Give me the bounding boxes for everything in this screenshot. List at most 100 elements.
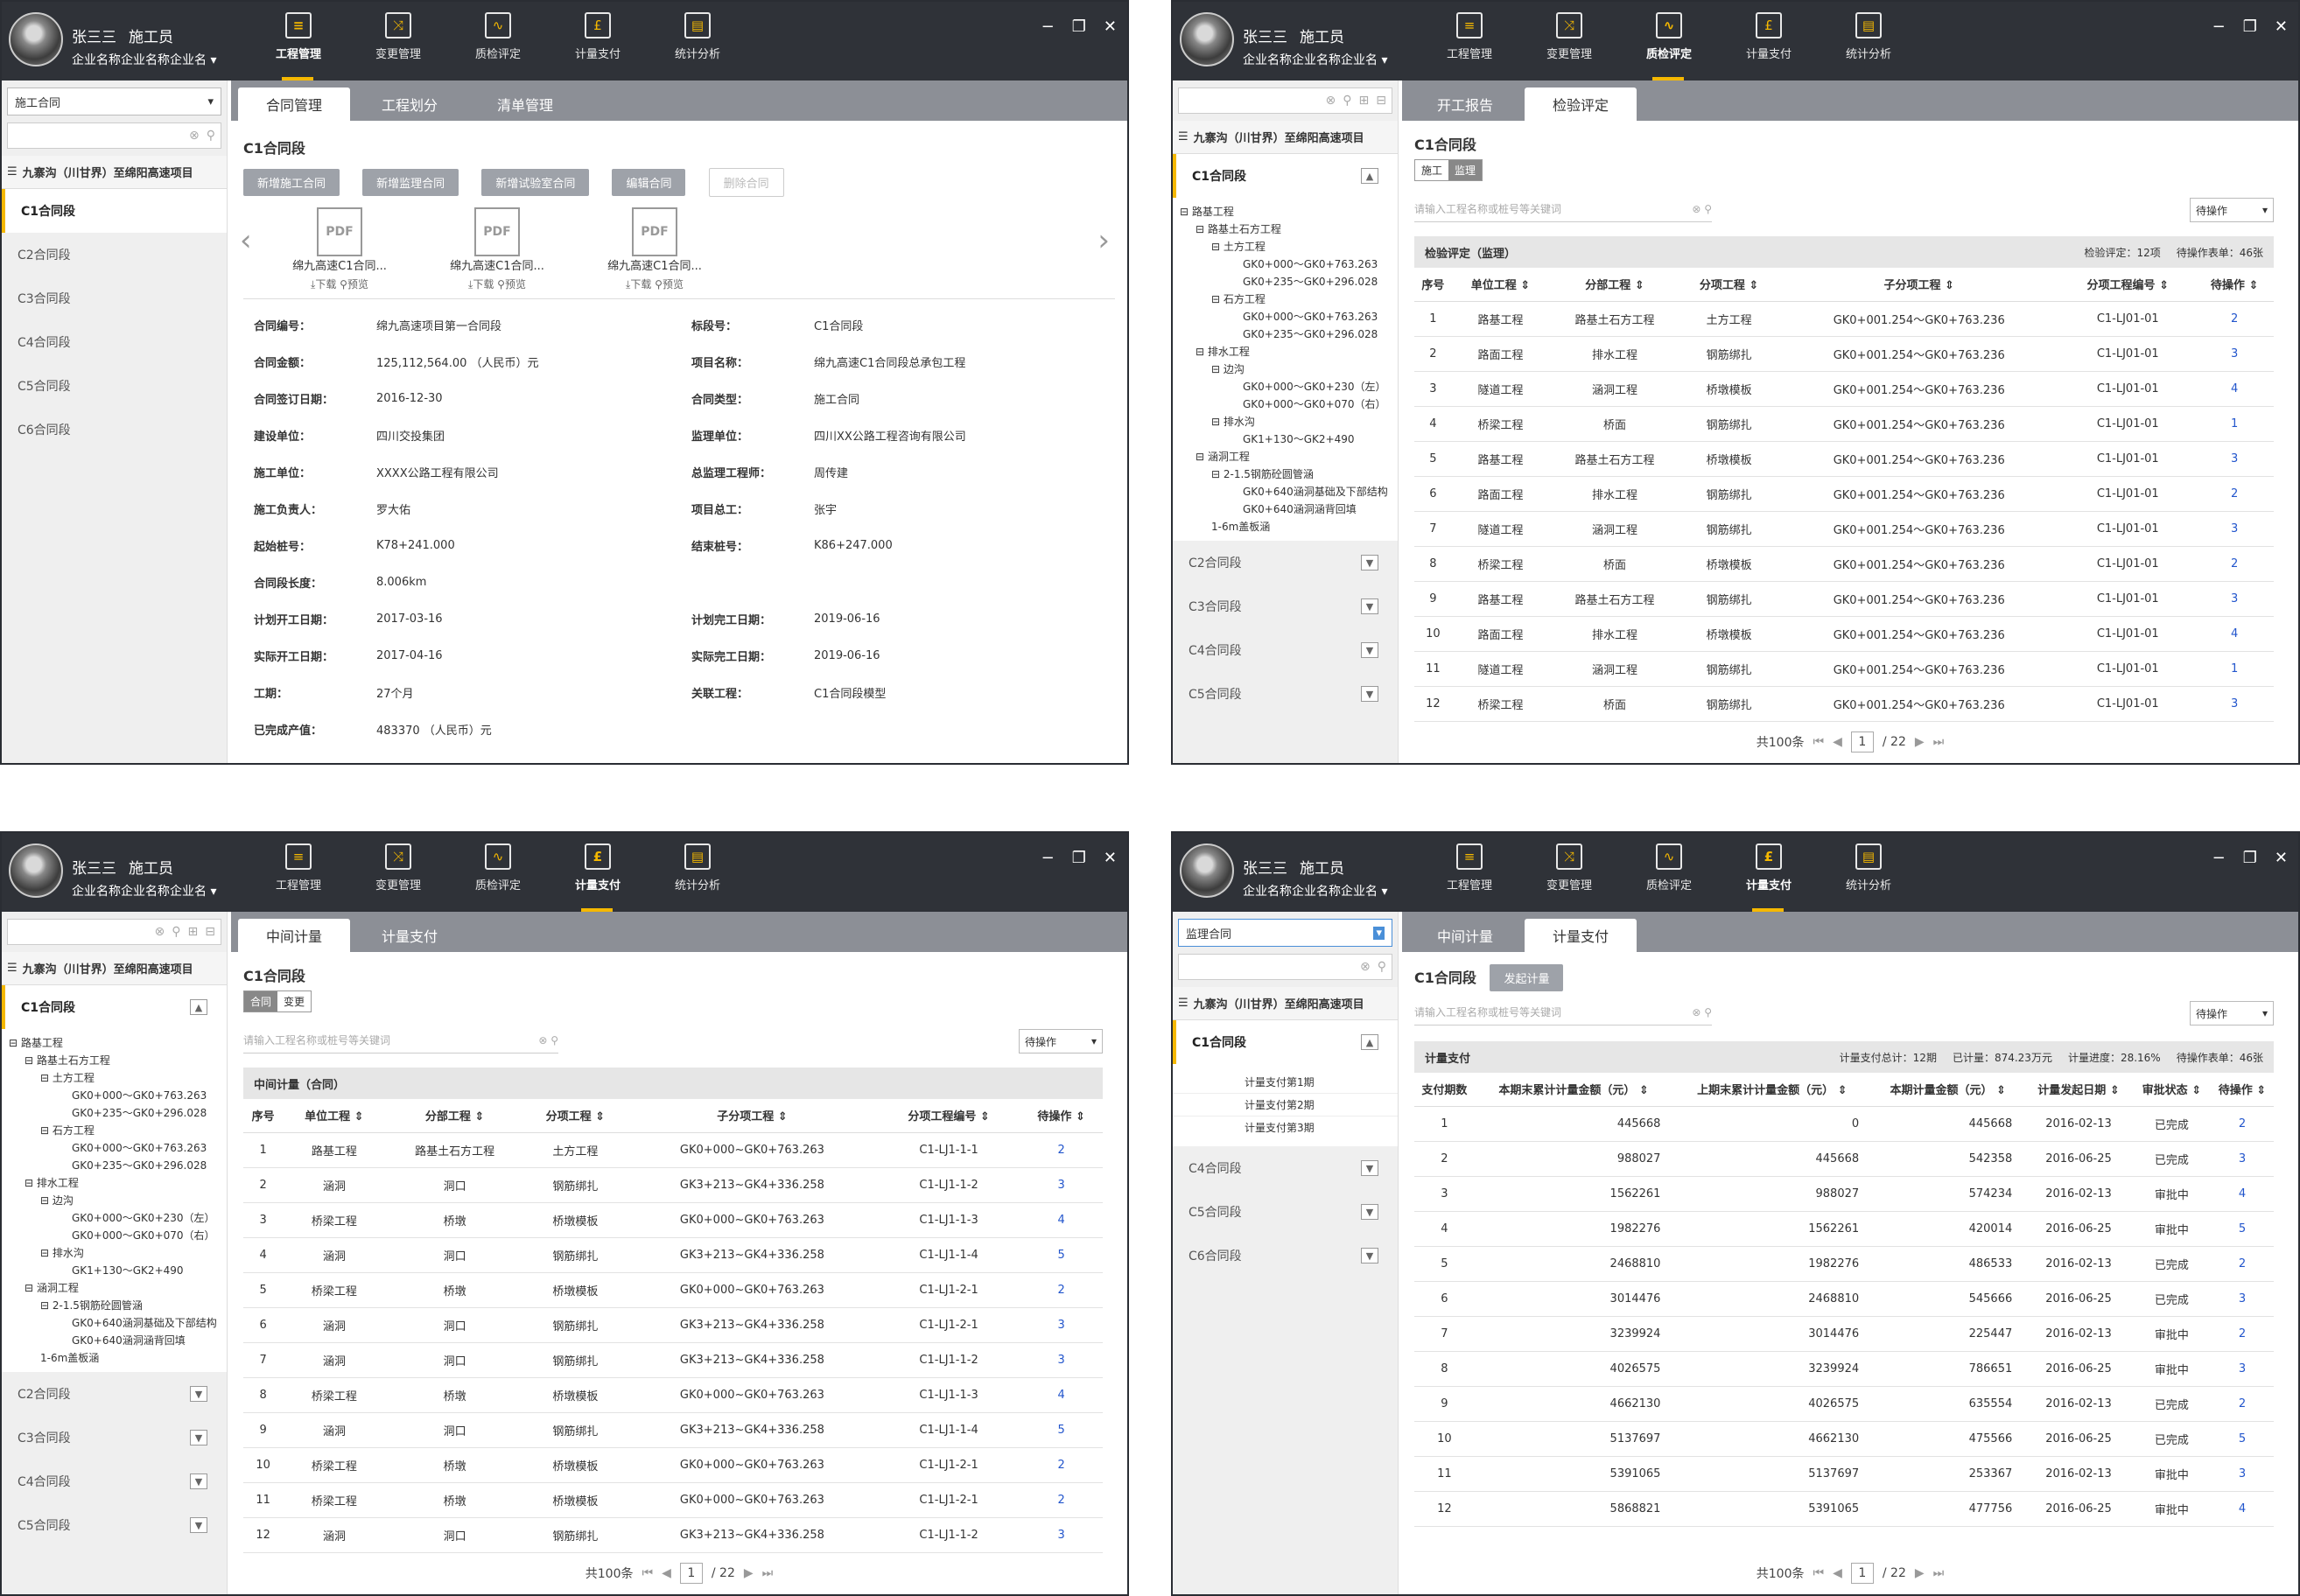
chevron-down-icon[interactable]: ▼ — [1361, 642, 1378, 658]
restore-icon[interactable]: ❐ — [1072, 849, 1086, 867]
column-header[interactable]: 分项工程 ⇕ — [523, 1099, 627, 1133]
section-c4[interactable]: C4合同段 ▼ — [1173, 628, 1398, 672]
pending-link[interactable]: 3 — [2210, 1351, 2274, 1387]
table-row[interactable]: 12 涵洞 洞口 钢筋绑扎 GK3+213~GK4+336.258 C1-LJ1-1-2 3 — [243, 1517, 1103, 1553]
tree-node[interactable]: ⊟ 2-1.5钢筋砼圆管涵 — [1180, 466, 1391, 483]
sort-icon[interactable]: ⇕ — [774, 1110, 788, 1124]
column-header[interactable]: 序号 — [1414, 268, 1452, 302]
tree-node[interactable]: GK0+000～GK0+230（左） — [9, 1209, 220, 1227]
table-row[interactable]: 1 路基工程 路基土石方工程 土方工程 GK0+001.254～GK0+763.236 C… — [1414, 301, 2274, 337]
pending-link[interactable]: 2 — [2210, 1246, 2274, 1282]
pending-link[interactable]: 3 — [1020, 1517, 1103, 1553]
pending-link[interactable]: 2 — [1020, 1482, 1103, 1518]
table-row[interactable]: 7 涵洞 洞口 钢筋绑扎 GK3+213~GK4+336.258 C1-LJ1-1-2 3 — [243, 1342, 1103, 1378]
pending-link[interactable]: 5 — [1020, 1412, 1103, 1448]
search-input[interactable]: ⊗ ⚲ ⊞ ⊟ — [7, 919, 221, 945]
keyword-input[interactable]: 请输入工程名称或桩号等关键词 ⊗ ⚲ — [1414, 196, 1712, 222]
contract-type-select[interactable]: 监理合同 ▾ — [1178, 919, 1392, 947]
table-row[interactable]: 7 3239924 3014476 225447 2016-02-13 审批中 2 — [1414, 1316, 2274, 1352]
tree-node[interactable]: GK0+640涵洞涵背回填 — [9, 1332, 220, 1349]
nav-payment[interactable]: £ 计量支付 — [548, 2, 648, 80]
pending-link[interactable]: 4 — [1020, 1202, 1103, 1238]
expand-all-icon[interactable]: ⊞ — [188, 925, 199, 939]
tree-node[interactable]: GK1+130～GK2+490 — [1180, 430, 1391, 448]
chevron-down-icon[interactable]: ▼ — [190, 1430, 207, 1446]
section-c5[interactable]: C5合同段 ▼ — [1173, 672, 1398, 716]
column-header[interactable]: 待操作 ⇕ — [2210, 1073, 2274, 1107]
chevron-down-icon[interactable]: ▼ — [190, 1386, 207, 1402]
column-header[interactable]: 待操作 ⇕ — [1020, 1099, 1103, 1133]
pdf-icon[interactable]: PDF — [474, 207, 520, 256]
avatar[interactable] — [9, 844, 63, 898]
section-c4[interactable]: C4合同段 — [2, 320, 227, 364]
status-filter[interactable]: 待操作 ▾ — [2190, 1001, 2274, 1026]
last-page-icon[interactable]: ⏭ — [1933, 735, 1945, 749]
section-c1[interactable]: C1合同段 ▲ — [1173, 1020, 1398, 1064]
status-filter[interactable]: 待操作 ▾ — [1019, 1029, 1103, 1054]
pending-link[interactable]: 2 — [1020, 1132, 1103, 1168]
company-selector[interactable]: 企业名称企业名称企业名 ▾ — [72, 51, 216, 68]
clear-icon[interactable]: ⊗ — [155, 925, 165, 939]
search-input[interactable]: ⊗ ⚲ — [1178, 954, 1392, 980]
table-row[interactable]: 4 涵洞 洞口 钢筋绑扎 GK3+213~GK4+336.258 C1-LJ1-1-4 5 — [243, 1237, 1103, 1273]
tree-node[interactable]: ⊟ 排水工程 — [9, 1174, 220, 1192]
edit-contract-button[interactable]: 编辑合同 — [612, 169, 686, 196]
tree-node[interactable]: GK0+235～GK0+296.028 — [9, 1104, 220, 1122]
minimize-icon[interactable]: − — [2212, 18, 2226, 36]
tree-node[interactable]: ⊟ 土方工程 — [1180, 238, 1391, 256]
search-icon[interactable]: ⚲ — [1343, 94, 1351, 108]
table-row[interactable]: 12 桥梁工程 桥面 钢筋绑扎 GK0+001.254～GK0+763.236 C1-LJ… — [1414, 686, 2274, 722]
nav-change[interactable]: ⤨ 变更管理 — [1519, 2, 1619, 80]
sort-icon[interactable]: ⇕ — [2106, 1084, 2120, 1097]
table-row[interactable]: 3 1562261 988027 574234 2016-02-13 审批中 4 — [1414, 1176, 2274, 1212]
pending-link[interactable]: 1 — [2195, 651, 2274, 687]
tab-contract[interactable]: 合同管理 — [238, 88, 351, 121]
nav-change[interactable]: ⤨ 变更管理 — [348, 2, 448, 80]
pdf-icon[interactable]: PDF — [632, 207, 677, 256]
table-row[interactable]: 2 988027 445668 542358 2016-06-25 已完成 3 — [1414, 1141, 2274, 1177]
table-row[interactable]: 11 隧道工程 涵洞工程 钢筋绑扎 GK0+001.254～GK0+763.236 C1-… — [1414, 651, 2274, 687]
tree-node[interactable]: GK0+000～GK0+763.263 — [1180, 256, 1391, 273]
pending-link[interactable]: 3 — [1020, 1307, 1103, 1343]
chevron-down-icon[interactable]: ▼ — [1361, 598, 1378, 614]
search-input[interactable]: ⊗ ⚲ ⊞ ⊟ — [1178, 88, 1392, 114]
close-icon[interactable]: ✕ — [2275, 18, 2288, 36]
section-c4[interactable]: C4合同段 ▼ — [1173, 1146, 1398, 1190]
chevron-up-icon[interactable]: ▲ — [1361, 1034, 1378, 1050]
last-page-icon[interactable]: ⏭ — [1933, 1566, 1945, 1580]
sort-icon[interactable]: ⇕ — [1834, 1084, 1848, 1097]
tree-node[interactable]: GK0+640涵洞涵背回填 — [1180, 500, 1391, 518]
delete-contract-button[interactable]: 删除合同 — [708, 168, 784, 197]
section-c6[interactable]: C6合同段 ▼ — [1173, 1234, 1398, 1278]
nav-statistics[interactable]: ▤ 统计分析 — [648, 2, 747, 80]
column-header[interactable]: 序号 — [243, 1099, 284, 1133]
company-selector[interactable]: 企业名称企业名称企业名 ▾ — [1243, 51, 1387, 68]
minimize-icon[interactable]: − — [2212, 849, 2226, 867]
section-c4[interactable]: C4合同段 ▼ — [2, 1460, 227, 1503]
table-row[interactable]: 11 桥梁工程 桥墩 桥墩模板 GK0+000~GK0+763.263 C1-LJ1-2-… — [243, 1482, 1103, 1518]
pending-link[interactable]: 3 — [2210, 1281, 2274, 1317]
column-header[interactable]: 分项工程 ⇕ — [1680, 268, 1778, 302]
contract-type-select[interactable]: 施工合同 ▾ — [7, 88, 221, 116]
section-c2[interactable]: C2合同段 — [2, 233, 227, 276]
chevron-down-icon[interactable]: ▼ — [1361, 1204, 1378, 1220]
pending-link[interactable]: 3 — [2195, 686, 2274, 722]
period-item[interactable]: 计量支付第3期 — [1173, 1116, 1398, 1139]
table-row[interactable]: 6 3014476 2468810 545666 2016-06-25 已完成 3 — [1414, 1281, 2274, 1317]
tree-node[interactable]: 1-6m盖板涵 — [1180, 518, 1391, 536]
first-page-icon[interactable]: ⏮ — [1813, 735, 1824, 749]
pending-link[interactable]: 2 — [2195, 546, 2274, 582]
pending-link[interactable]: 3 — [2195, 336, 2274, 372]
preview-link[interactable]: ⚲预览 — [655, 278, 684, 290]
sort-icon[interactable]: ⇕ — [350, 1110, 364, 1124]
section-c1[interactable]: C1合同段 — [2, 189, 227, 233]
tree-node[interactable]: GK0+000～GK0+230（左） — [1180, 378, 1391, 396]
toggle-construction[interactable]: 施工 — [1415, 160, 1448, 180]
tree-node[interactable]: GK0+000～GK0+763.263 — [9, 1139, 220, 1157]
sort-icon[interactable]: ⇕ — [1745, 279, 1758, 292]
column-header[interactable]: 分部工程 ⇕ — [1549, 268, 1681, 302]
table-row[interactable]: 9 路基工程 路基土石方工程 钢筋绑扎 GK0+001.254～GK0+763.236 C… — [1414, 581, 2274, 617]
sort-icon[interactable]: ⇕ — [2245, 279, 2258, 292]
restore-icon[interactable]: ❐ — [2243, 18, 2257, 36]
section-c3[interactable]: C3合同段 ▼ — [2, 1416, 227, 1460]
